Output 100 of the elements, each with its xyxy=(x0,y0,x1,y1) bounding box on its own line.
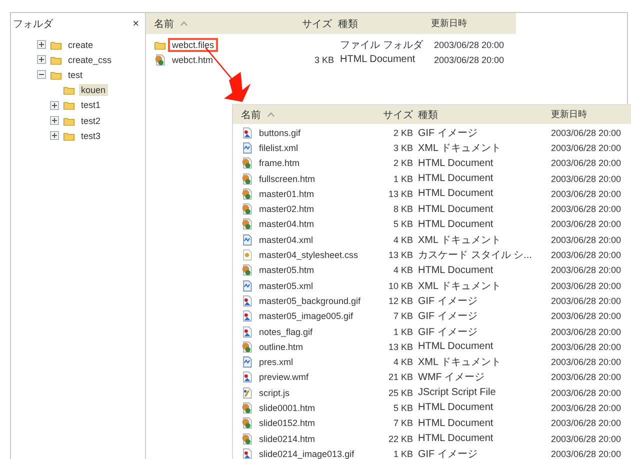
modified-date: 2003/06/28 20:00 xyxy=(434,40,504,50)
file-name[interactable]: buttons.gif xyxy=(255,126,305,140)
tree-item[interactable]: test1 xyxy=(79,99,103,112)
tree-item[interactable]: test xyxy=(66,68,85,81)
modified-date: 2003/06/28 20:00 xyxy=(551,128,622,138)
file-type: GIF イメージ xyxy=(418,310,478,324)
file-type: HTML Document xyxy=(418,158,494,169)
expand-toggle[interactable] xyxy=(50,116,59,126)
sort-caret-icon xyxy=(180,21,188,26)
file-name[interactable]: master01.htm xyxy=(255,186,318,201)
file-name[interactable]: outline.htm xyxy=(255,340,308,354)
modified-date: 2003/06/28 20:00 xyxy=(551,388,622,398)
web-page-icon xyxy=(241,218,253,230)
script-file-icon xyxy=(241,386,253,399)
file-name[interactable]: master05.xml xyxy=(255,278,318,293)
file-size: 8 KB xyxy=(393,204,413,214)
file-type: JScript Script File xyxy=(418,387,496,398)
file-size: 12 KB xyxy=(388,296,413,306)
expand-toggle[interactable] xyxy=(50,100,59,110)
tree-item[interactable]: create xyxy=(66,38,96,51)
column-heading[interactable]: サイズ xyxy=(383,108,413,122)
file-name[interactable]: master04.htm xyxy=(255,217,318,232)
file-size: 1 KB xyxy=(393,326,413,336)
file-type: GIF イメージ xyxy=(418,294,478,308)
file-type: GIF イメージ xyxy=(418,126,478,140)
file-name[interactable]: slide0152.htm xyxy=(255,416,320,430)
sort-caret-icon xyxy=(267,112,275,117)
file-name[interactable]: master02.htm xyxy=(255,202,318,216)
file-name[interactable]: slide0214_image013.gif xyxy=(255,446,358,459)
modified-date: 2003/06/28 20:00 xyxy=(551,174,622,184)
column-heading[interactable]: 種類 xyxy=(418,108,438,122)
expand-toggle[interactable] xyxy=(50,131,59,140)
highlighted-file-name[interactable]: webct.files xyxy=(168,38,218,52)
file-type: ファイル フォルダ xyxy=(340,38,423,52)
file-name[interactable]: slide0214.htm xyxy=(255,432,320,446)
file-name[interactable]: master05_image005.gif xyxy=(255,309,358,324)
file-type: HTML Document xyxy=(418,402,494,414)
file-size: 13 KB xyxy=(388,188,413,199)
file-type: XML ドキュメント xyxy=(418,280,501,293)
file-name[interactable]: preview.wmf xyxy=(255,370,313,384)
tree-item[interactable]: kouen xyxy=(79,84,108,96)
modified-date: 2003/06/28 20:00 xyxy=(551,188,622,199)
file-size: 22 KB xyxy=(388,434,413,444)
file-name[interactable]: master04_stylesheet.css xyxy=(255,248,362,262)
file-type: GIF イメージ xyxy=(418,448,478,459)
column-heading[interactable]: 名前 xyxy=(154,16,174,30)
modified-date: 2003/06/28 20:00 xyxy=(551,311,622,322)
file-type: XML ドキュメント xyxy=(418,234,501,247)
file-type: HTML Document xyxy=(418,433,494,444)
column-heading[interactable]: 名前 xyxy=(241,108,261,122)
file-size: 3 KB xyxy=(314,54,334,65)
file-type: HTML Document xyxy=(418,418,494,429)
column-heading[interactable]: 更新日時 xyxy=(551,108,587,121)
file-size: 1 KB xyxy=(393,174,413,184)
modified-date: 2003/06/28 20:00 xyxy=(551,326,622,336)
tree-item[interactable]: test3 xyxy=(79,130,103,142)
file-type: HTML Document xyxy=(340,54,416,66)
web-page-icon xyxy=(241,402,253,414)
modified-date: 2003/06/28 20:00 xyxy=(551,402,622,413)
image-file-icon xyxy=(241,126,253,139)
file-size: 2 KB xyxy=(393,158,413,168)
file-name[interactable]: filelist.xml xyxy=(255,140,302,155)
file-name[interactable]: webct.htm xyxy=(168,52,218,67)
file-name[interactable]: frame.htm xyxy=(255,156,304,170)
column-heading[interactable]: 種類 xyxy=(338,16,358,30)
modified-date: 2003/06/28 20:00 xyxy=(551,204,622,214)
web-page-icon xyxy=(241,432,253,445)
file-type: HTML Document xyxy=(418,204,494,215)
file-name[interactable]: script.js xyxy=(255,386,294,400)
close-button[interactable]: × xyxy=(130,18,141,30)
file-size: 13 KB xyxy=(388,250,413,260)
file-name[interactable]: master05.htm xyxy=(255,263,318,278)
file-name[interactable]: master05_background.gif xyxy=(255,294,365,308)
file-type: HTML Document xyxy=(418,218,494,230)
file-name[interactable]: pres.xml xyxy=(255,355,298,370)
file-size: 7 KB xyxy=(393,418,413,428)
column-heading[interactable]: 更新日時 xyxy=(430,17,467,30)
tree-item[interactable]: test2 xyxy=(79,114,103,127)
file-type: GIF イメージ xyxy=(418,326,478,338)
file-type: HTML Document xyxy=(418,173,494,184)
expand-toggle[interactable] xyxy=(37,40,46,50)
document-icon xyxy=(241,142,253,154)
web-page-icon xyxy=(241,172,253,185)
modified-date: 2003/06/28 20:00 xyxy=(551,448,622,459)
file-name[interactable]: notes_flag.gif xyxy=(255,324,317,338)
file-name[interactable]: slide0001.htm xyxy=(255,400,320,415)
file-name[interactable]: master04.xml xyxy=(255,232,318,247)
web-page-icon xyxy=(241,264,253,276)
file-size: 4 KB xyxy=(393,357,413,368)
web-page-icon xyxy=(241,340,253,353)
modified-date: 2003/06/28 20:00 xyxy=(551,219,622,230)
expand-toggle[interactable] xyxy=(37,55,46,64)
column-heading[interactable]: サイズ xyxy=(302,16,332,30)
modified-date: 2003/06/28 20:00 xyxy=(551,250,622,260)
tree-item[interactable]: create_css xyxy=(66,54,114,66)
document-icon xyxy=(241,280,253,292)
file-size: 7 KB xyxy=(393,311,413,322)
file-name[interactable]: fullscreen.htm xyxy=(255,172,320,186)
document-icon xyxy=(241,356,253,368)
collapse-toggle[interactable] xyxy=(37,70,46,80)
